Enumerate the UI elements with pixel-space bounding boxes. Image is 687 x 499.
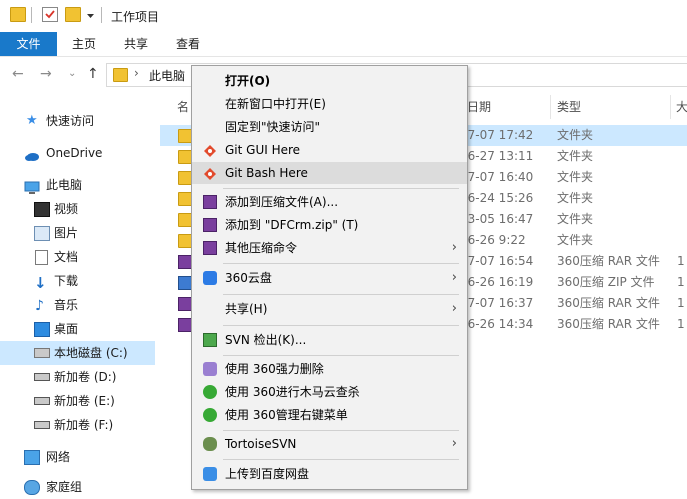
- drive-icon: [34, 373, 50, 381]
- menu-item-tortoisesvn[interactable]: TortoiseSVN ›: [192, 433, 467, 455]
- path-chevron-icon: ›: [134, 66, 139, 80]
- column-header-date[interactable]: 日期: [467, 96, 491, 118]
- title-bar: 工作项目: [0, 0, 687, 32]
- menu-item-git-bash[interactable]: Git Bash Here: [192, 162, 467, 184]
- menu-item-open[interactable]: 打开(O): [192, 70, 467, 92]
- menu-separator: [223, 294, 459, 295]
- tab-home[interactable]: 主页: [62, 32, 106, 56]
- git-icon: [203, 143, 217, 157]
- drive-icon: [34, 348, 50, 358]
- drive-icon: [34, 421, 50, 429]
- nav-onedrive[interactable]: OneDrive: [0, 141, 155, 165]
- nav-drive-d[interactable]: 新加卷 (D:): [0, 365, 155, 389]
- nav-homegroup[interactable]: 家庭组: [0, 475, 155, 499]
- column-header-name[interactable]: 名: [177, 96, 189, 118]
- menu-item-360-trojan-scan[interactable]: 使用 360进行木马云查杀: [192, 381, 467, 403]
- chevron-right-icon: ›: [451, 436, 457, 451]
- menu-separator: [223, 188, 459, 189]
- properties-icon[interactable]: [42, 7, 58, 22]
- menu-item-share[interactable]: 共享(H) ›: [192, 298, 467, 320]
- computer-icon: [24, 178, 40, 194]
- menu-item-other-compress[interactable]: 其他压缩命令 ›: [192, 237, 467, 259]
- menu-item-360-manage-menu[interactable]: 使用 360管理右键菜单: [192, 404, 467, 426]
- forward-arrow-icon[interactable]: →: [40, 66, 52, 82]
- music-icon: ♪: [35, 298, 44, 314]
- menu-separator: [223, 263, 459, 264]
- archive-icon: [203, 241, 217, 255]
- chevron-down-icon[interactable]: [86, 9, 95, 18]
- menu-item-add-to-zip[interactable]: 添加到 "DFCrm.zip" (T): [192, 214, 467, 236]
- svn-checkout-icon: [203, 333, 217, 347]
- cloud-disk-icon: [203, 271, 217, 285]
- nav-desktop[interactable]: 桌面: [0, 317, 155, 341]
- baidu-icon: [203, 467, 217, 481]
- column-divider[interactable]: [550, 95, 551, 119]
- menu-item-add-to-archive[interactable]: 添加到压缩文件(A)...: [192, 191, 467, 213]
- chevron-right-icon: ›: [451, 240, 457, 255]
- menu-separator: [223, 355, 459, 356]
- breadcrumb[interactable]: 此电脑: [149, 67, 185, 84]
- tab-share[interactable]: 共享: [114, 32, 158, 56]
- document-icon: [35, 250, 48, 265]
- nav-quick-access[interactable]: ★ 快速访问: [0, 109, 155, 133]
- tortoise-icon: [203, 437, 217, 451]
- chevron-right-icon: ›: [451, 301, 457, 316]
- nav-documents[interactable]: 文档: [0, 245, 155, 269]
- nav-pictures[interactable]: 图片: [0, 221, 155, 245]
- nav-downloads[interactable]: ↓ 下载: [0, 269, 155, 293]
- menu-item-open-new-window[interactable]: 在新窗口中打开(E): [192, 93, 467, 115]
- menu-separator: [223, 459, 459, 460]
- cloud-icon: [24, 146, 39, 161]
- shield-icon: [203, 408, 217, 422]
- video-icon: [34, 202, 50, 217]
- shred-icon: [203, 362, 217, 376]
- network-icon: [24, 450, 40, 465]
- tab-view[interactable]: 查看: [166, 32, 210, 56]
- nav-drive-f[interactable]: 新加卷 (F:): [0, 413, 155, 437]
- tab-file[interactable]: 文件: [0, 32, 57, 56]
- nav-this-pc[interactable]: 此电脑: [0, 173, 155, 197]
- menu-item-360-shred[interactable]: 使用 360强力删除: [192, 358, 467, 380]
- folder-icon: [113, 68, 128, 82]
- menu-item-360-cloud[interactable]: 360云盘 ›: [192, 267, 467, 289]
- menu-separator: [223, 325, 459, 326]
- folder-icon: [10, 7, 26, 22]
- menu-item-git-gui[interactable]: Git GUI Here: [192, 139, 467, 161]
- archive-icon: [203, 218, 217, 232]
- separator: [31, 7, 32, 23]
- nav-drive-c[interactable]: 本地磁盘 (C:): [0, 341, 155, 365]
- ribbon: 文件 主页 共享 查看: [0, 32, 687, 57]
- picture-icon: [34, 226, 50, 241]
- column-divider[interactable]: [670, 95, 671, 119]
- menu-item-svn-checkout[interactable]: SVN 检出(K)...: [192, 329, 467, 351]
- new-folder-icon[interactable]: [65, 7, 81, 22]
- up-arrow-icon[interactable]: ↑: [87, 66, 99, 82]
- nav-videos[interactable]: 视频: [0, 197, 155, 221]
- menu-item-baidu-upload[interactable]: 上传到百度网盘: [192, 463, 467, 485]
- context-menu: 打开(O) 在新窗口中打开(E) 固定到"快速访问" Git GUI Here …: [191, 65, 468, 490]
- chevron-right-icon: ›: [451, 270, 457, 285]
- back-arrow-icon[interactable]: ←: [12, 66, 24, 82]
- nav-drive-e[interactable]: 新加卷 (E:): [0, 389, 155, 413]
- archive-icon: [203, 195, 217, 209]
- separator: [101, 7, 102, 23]
- navigation-pane: ★ 快速访问 OneDrive 此电脑 视频 图片 文档 ↓ 下载 ♪ 音乐 桌…: [0, 95, 160, 495]
- menu-separator: [223, 430, 459, 431]
- nav-network[interactable]: 网络: [0, 445, 155, 469]
- window-title: 工作项目: [111, 10, 160, 24]
- git-icon: [203, 166, 217, 180]
- drive-icon: [34, 397, 50, 405]
- column-header-type[interactable]: 类型: [557, 96, 581, 118]
- download-icon: ↓: [34, 274, 47, 292]
- column-header-size[interactable]: 大: [676, 96, 687, 118]
- history-chevron-icon[interactable]: ⌄: [68, 68, 76, 79]
- menu-item-pin-quick-access[interactable]: 固定到"快速访问": [192, 116, 467, 138]
- star-icon: ★: [26, 113, 38, 128]
- shield-icon: [203, 385, 217, 399]
- desktop-icon: [34, 322, 50, 337]
- nav-music[interactable]: ♪ 音乐: [0, 293, 155, 317]
